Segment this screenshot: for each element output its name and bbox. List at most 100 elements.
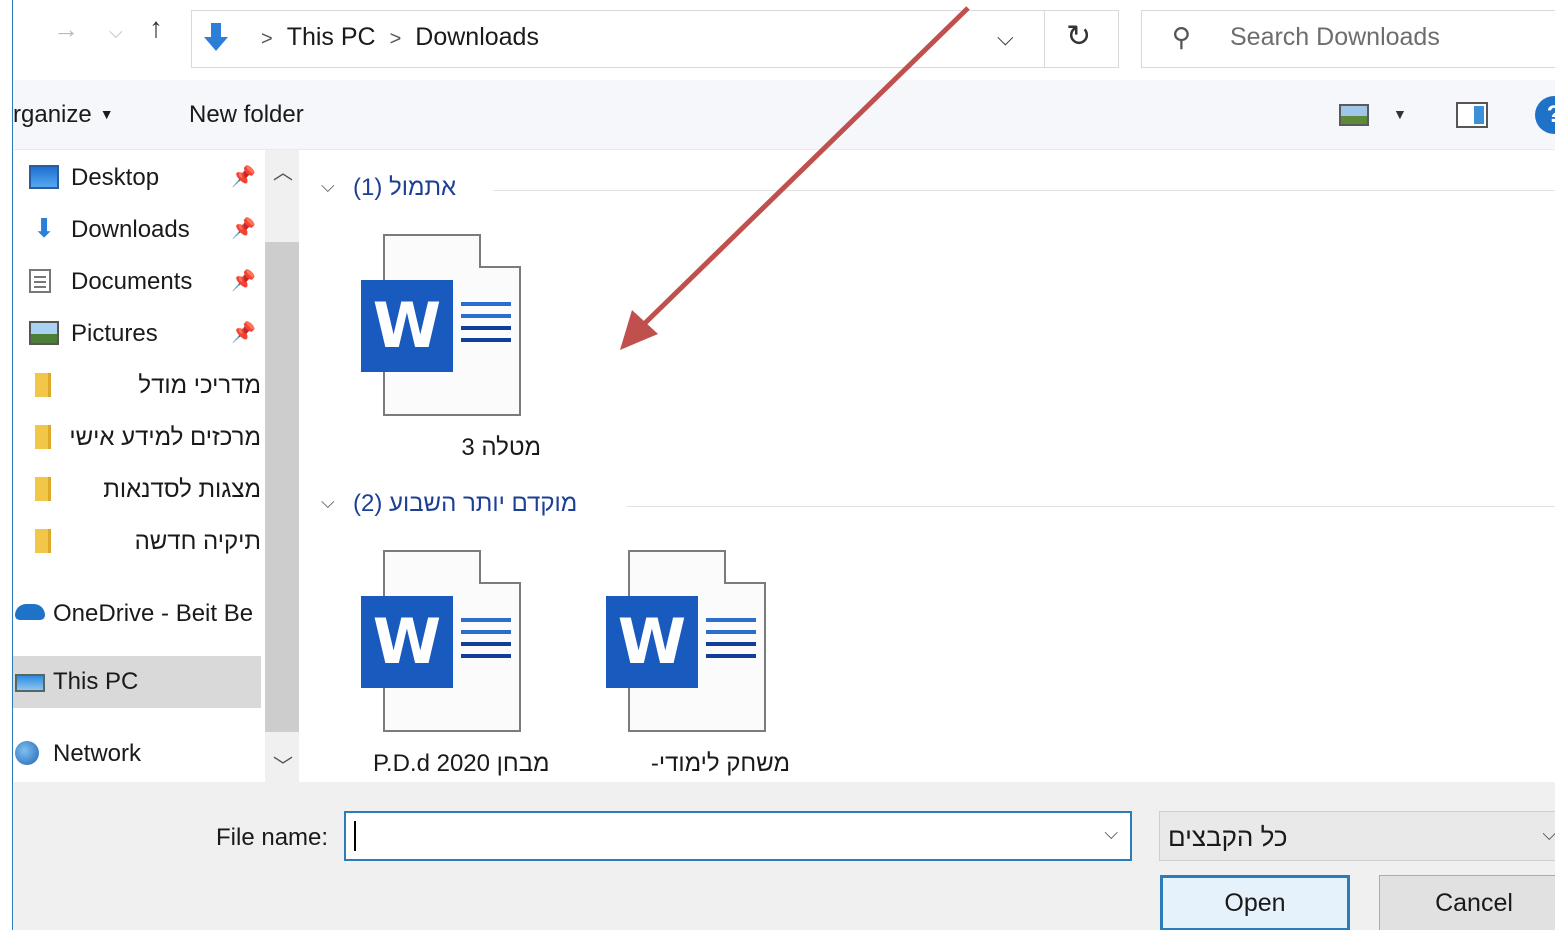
nav-item-downloads[interactable]: ⬇ Downloads 📌 (13, 204, 263, 254)
nav-item-label: Desktop (71, 164, 160, 191)
nav-item-label: Downloads (71, 216, 190, 243)
group-divider (627, 506, 1555, 507)
group-label: (1) אתמול (353, 174, 457, 201)
chevron-down-icon[interactable]: ⌵ (321, 492, 335, 513)
search-icon: ⚲ (1172, 22, 1192, 52)
file-name: מטלה 3 (461, 434, 541, 461)
nav-scrollbar[interactable]: ︿ ﹀ (265, 150, 299, 782)
nav-item-label: This PC (53, 668, 139, 695)
address-dropdown-icon[interactable]: ⌵ (997, 25, 1014, 51)
search-box[interactable]: ⚲ Search Downloads (1141, 10, 1555, 68)
open-file-dialog: → ⌵ ↑ > This PC > Downloads ⌵ ↻ ⚲ Search Do… (12, 0, 1555, 930)
page-fold (724, 550, 766, 584)
file-name: מבחן P.D.d 2020 (373, 750, 550, 777)
nav-item-label: Documents (71, 268, 193, 295)
nav-item-label: Pictures (71, 320, 158, 347)
nav-item-folder-2[interactable]: מרכזים למידע אישי (13, 412, 263, 462)
desktop-icon (29, 165, 59, 189)
pin-icon[interactable]: 📌 (231, 320, 256, 345)
folder-icon (35, 373, 51, 397)
scrollbar-thumb[interactable] (265, 242, 299, 732)
pictures-icon (29, 321, 59, 345)
nav-item-folder-1[interactable]: מדריכי מודל (13, 360, 263, 410)
word-icon: W (606, 596, 698, 688)
chevron-down-icon[interactable]: ⌵ (1104, 823, 1118, 844)
organize-label: rganize (13, 101, 92, 128)
address-divider (1044, 11, 1045, 67)
pin-icon[interactable]: 📌 (231, 268, 256, 293)
change-view-icon[interactable] (1339, 104, 1369, 126)
new-folder-button[interactable]: New folder (189, 101, 304, 129)
pin-icon[interactable]: 📌 (231, 164, 256, 189)
file-type-select[interactable]: כל הקבצים ⌵ (1159, 811, 1555, 861)
caret-down-icon: ▼ (99, 106, 114, 122)
text-lines-icon (461, 302, 511, 350)
text-lines-icon (706, 618, 756, 666)
nav-item-documents[interactable]: Documents 📌 (13, 256, 263, 306)
help-icon[interactable]: ? (1535, 96, 1555, 134)
page-fold (479, 234, 521, 268)
nav-item-label: Network (53, 740, 142, 767)
folder-icon (35, 425, 51, 449)
nav-item-onedrive[interactable]: OneDrive - Beit Be (13, 588, 263, 638)
file-name-label: File name: (216, 824, 329, 851)
nav-item-label: OneDrive - Beit Be (53, 600, 254, 627)
file-item[interactable]: W מטלה 3 (303, 234, 541, 474)
group-header-earlier-this-week[interactable]: ⌵ (2) מוקדם יותר השבוע (321, 490, 1555, 520)
nav-item-this-pc[interactable]: This PC (13, 656, 261, 708)
nav-item-label: מדריכי מודל (138, 372, 261, 399)
scroll-down-icon[interactable]: ﹀ (273, 750, 293, 779)
documents-icon (29, 269, 51, 293)
file-name-input[interactable]: ⌵ (344, 811, 1132, 861)
network-icon (15, 741, 39, 765)
search-input[interactable]: Search Downloads (1230, 23, 1440, 52)
scroll-up-icon[interactable]: ︿ (273, 156, 293, 185)
breadcrumb-separator-icon: > (389, 28, 402, 50)
folder-icon (35, 477, 51, 501)
command-bar: rganize ▼ New folder ▼ ? (13, 80, 1555, 150)
nav-item-label: מרכזים למידע אישי (69, 424, 261, 451)
organize-menu-button[interactable]: rganize ▼ (13, 101, 114, 129)
nav-item-label: מצגות לסדנאות (103, 476, 261, 503)
file-name: משחק לימודי- (650, 750, 790, 777)
this-pc-icon (15, 674, 45, 692)
text-cursor (354, 821, 356, 851)
breadcrumb-downloads[interactable]: Downloads (415, 23, 539, 51)
address-row: → ⌵ ↑ > This PC > Downloads ⌵ ↻ ⚲ Search Do… (13, 0, 1555, 78)
onedrive-icon (15, 604, 45, 620)
word-icon: W (361, 280, 453, 372)
navigation-pane: Desktop 📌 ⬇ Downloads 📌 Documents 📌 Pict… (13, 150, 263, 782)
word-icon: W (361, 596, 453, 688)
recent-locations-chevron-icon[interactable]: ⌵ (109, 22, 123, 43)
downloads-arrow-icon (204, 23, 228, 51)
page-fold (479, 550, 521, 584)
nav-item-folder-3[interactable]: מצגות לסדנאות (13, 464, 263, 514)
nav-item-desktop[interactable]: Desktop 📌 (13, 152, 263, 202)
nav-item-label: תיקיה חדשה (134, 528, 261, 555)
nav-item-folder-4[interactable]: תיקיה חדשה (13, 516, 263, 566)
back-arrow-icon[interactable]: → (53, 14, 79, 45)
cancel-button[interactable]: Cancel (1379, 875, 1555, 930)
chevron-down-icon[interactable]: ⌵ (1542, 824, 1555, 845)
refresh-icon[interactable]: ↻ (1066, 19, 1091, 54)
file-list: ⌵ (1) אתמול W מטלה 3 ⌵ (2) מוקדם יותר הש… (303, 150, 1555, 782)
view-options-caret-icon[interactable]: ▼ (1393, 106, 1407, 122)
preview-pane-icon[interactable] (1456, 102, 1488, 128)
open-button[interactable]: Open (1160, 875, 1350, 930)
nav-item-pictures[interactable]: Pictures 📌 (13, 308, 263, 358)
text-lines-icon (461, 618, 511, 666)
pin-icon[interactable]: 📌 (231, 216, 256, 241)
group-label: (2) מוקדם יותר השבוע (353, 490, 578, 517)
up-arrow-icon[interactable]: ↑ (149, 12, 163, 44)
dialog-footer: File name: ⌵ כל הקבצים ⌵ Open Cancel (13, 782, 1555, 930)
breadcrumb-this-pc[interactable]: This PC (287, 23, 376, 51)
group-header-yesterday[interactable]: ⌵ (1) אתמול (321, 174, 1555, 204)
nav-item-network[interactable]: Network (13, 728, 263, 778)
group-divider (493, 190, 1555, 191)
breadcrumb: > This PC > Downloads (247, 23, 539, 52)
file-item[interactable]: W משחק לימודי- (548, 550, 790, 790)
file-item[interactable]: W מבחן P.D.d 2020 (303, 550, 550, 790)
address-bar[interactable]: > This PC > Downloads ⌵ ↻ (191, 10, 1119, 68)
file-type-value: כל הקבצים (1168, 822, 1288, 852)
chevron-down-icon[interactable]: ⌵ (321, 176, 335, 197)
